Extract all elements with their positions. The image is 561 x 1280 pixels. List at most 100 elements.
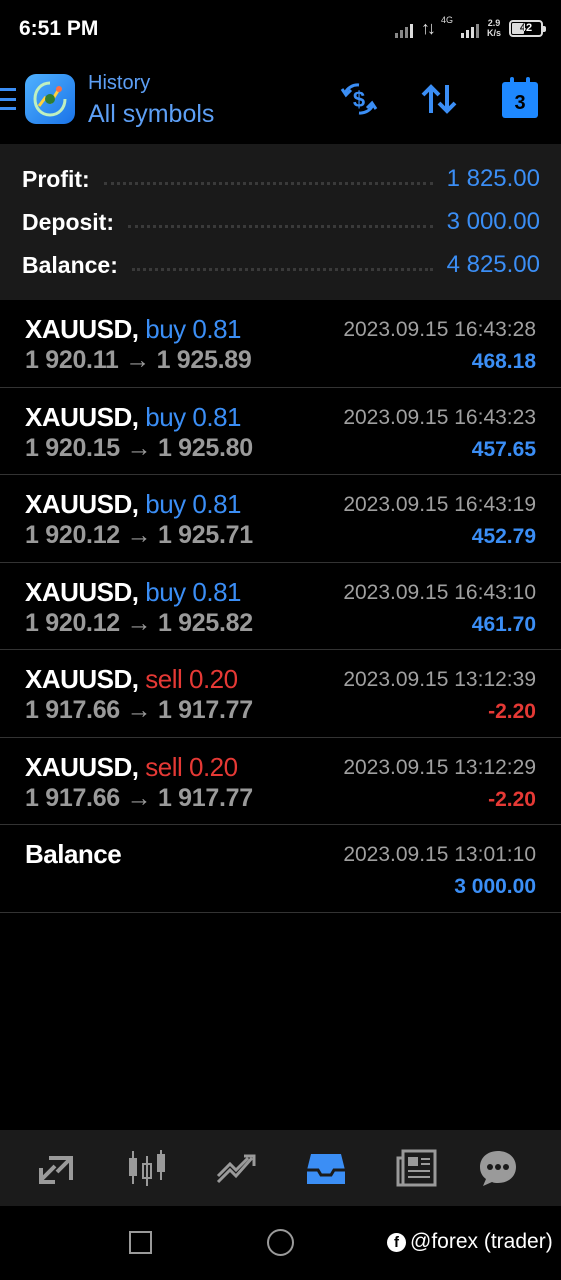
close-price: 1 917.77 — [157, 696, 253, 724]
calendar-icon[interactable]: 3 — [502, 77, 538, 118]
app-toolbar: History All symbols $ 3 — [0, 58, 561, 144]
chart-icon — [129, 1150, 165, 1186]
deal-row[interactable]: XAUUSD, sell 0.20 1 917.66 → 1 917.77 20… — [0, 650, 561, 738]
profit-row: Profit: 1 825.00 — [22, 159, 540, 199]
balance-row: Balance: 4 825.00 — [22, 245, 540, 285]
trade-icon — [216, 1154, 256, 1184]
deal-profit: 468.18 — [471, 350, 536, 373]
deal-volume: 0.81 — [192, 401, 242, 432]
deal-symbol: XAUUSD, — [25, 576, 139, 607]
status-bar: 6:51 PM ↑↓ 4G 2.9 K/s 42 — [0, 0, 561, 58]
deal-volume: 0.20 — [189, 751, 238, 782]
deposit-row: Deposit: 3 000.00 — [22, 202, 540, 242]
quotes-tab[interactable] — [35, 1146, 79, 1190]
deposit-label: Deposit: — [22, 208, 114, 235]
sort-button[interactable] — [418, 78, 460, 120]
deal-time: 2023.09.15 16:43:10 — [343, 580, 536, 604]
news-tab[interactable] — [394, 1146, 438, 1190]
balance-entry-time: 2023.09.15 13:01:10 — [343, 843, 536, 866]
deal-prices: 1 920.15 → 1 925.80 — [25, 434, 253, 463]
deal-side: buy — [145, 576, 186, 607]
open-price: 1 920.12 — [25, 608, 120, 637]
deal-time: 2023.09.15 16:43:23 — [343, 405, 536, 429]
divider-dots — [103, 181, 433, 185]
deal-prices: 1 920.12 → 1 925.82 — [25, 609, 253, 638]
bottom-navigation — [0, 1130, 561, 1206]
quotes-icon — [39, 1156, 73, 1184]
deal-profit: 452.79 — [471, 525, 536, 548]
open-price: 1 920.11 — [25, 346, 119, 374]
deal-time: 2023.09.15 13:12:39 — [343, 668, 536, 691]
close-price: 1 925.80 — [157, 433, 253, 462]
balance-value: 4 825.00 — [446, 251, 540, 278]
summary-panel: Profit: 1 825.00 Deposit: 3 000.00 Balan… — [0, 144, 561, 300]
deal-side: buy — [145, 489, 186, 519]
deal-volume: 0.81 — [192, 489, 242, 519]
deal-volume: 0.81 — [192, 576, 242, 607]
news-icon — [396, 1149, 437, 1187]
arrow-icon: → — [126, 783, 152, 812]
deal-title: XAUUSD, buy 0.81 — [25, 314, 242, 345]
deal-row[interactable]: XAUUSD, sell 0.20 1 917.66 → 1 917.77 20… — [0, 738, 561, 825]
deal-prices: 1 917.66 → 1 917.77 — [25, 784, 253, 813]
menu-icon[interactable] — [0, 88, 16, 110]
chat-tab[interactable] — [476, 1146, 520, 1190]
deal-volume: 0.20 — [189, 664, 238, 694]
arrow-icon: → — [126, 696, 152, 724]
deal-side: sell — [145, 751, 183, 782]
arrow-icon: → — [126, 433, 152, 462]
balance-entry-amount: 3 000.00 — [454, 875, 536, 898]
currency-exchange-button[interactable]: $ — [338, 78, 380, 120]
trade-tab[interactable] — [214, 1146, 258, 1190]
deal-side: buy — [145, 314, 186, 344]
chat-icon — [480, 1151, 516, 1186]
deal-profit: 461.70 — [471, 612, 536, 636]
deal-prices: 1 920.11 → 1 925.89 — [25, 346, 252, 375]
status-indicators: ↑↓ 4G 2.9 K/s 42 — [394, 14, 546, 42]
deal-time: 2023.09.15 16:43:28 — [343, 318, 536, 341]
signal-icon-2 — [460, 18, 479, 38]
deal-profit: -2.20 — [488, 700, 536, 723]
watermark: f @forex (trader) — [387, 1230, 553, 1254]
deal-row[interactable]: XAUUSD, buy 0.81 1 920.12 → 1 925.71 202… — [0, 475, 561, 563]
arrow-icon: → — [126, 521, 152, 549]
facebook-icon: f — [387, 1232, 406, 1252]
open-price: 1 920.15 — [25, 433, 120, 462]
arrow-icon: → — [125, 346, 150, 374]
network-type: 4G — [440, 15, 453, 25]
balance-label: Balance: — [22, 251, 118, 278]
status-time: 6:51 PM — [19, 17, 99, 40]
balance-entry-label: Balance — [25, 839, 122, 869]
history-tab[interactable] — [304, 1146, 348, 1190]
home-button[interactable] — [267, 1229, 294, 1256]
sort-icon — [421, 84, 457, 114]
deal-title: XAUUSD, buy 0.81 — [25, 489, 242, 520]
deal-row[interactable]: XAUUSD, buy 0.81 1 920.12 → 1 925.82 202… — [0, 563, 561, 650]
history-icon — [307, 1154, 345, 1184]
battery-level: 42 — [519, 22, 533, 34]
deal-row[interactable]: XAUUSD, buy 0.81 1 920.11 → 1 925.89 202… — [0, 300, 561, 388]
balance-deal-row[interactable]: Balance 2023.09.15 13:01:10 3 000.00 — [0, 825, 561, 913]
recents-button[interactable] — [129, 1231, 152, 1254]
close-price: 1 925.82 — [157, 608, 253, 637]
battery-icon: 42 — [509, 19, 546, 37]
deal-profit: -2.20 — [488, 787, 536, 811]
deal-prices: 1 920.12 → 1 925.71 — [25, 521, 253, 550]
close-price: 1 925.71 — [157, 521, 253, 549]
deal-title: XAUUSD, buy 0.81 — [25, 401, 242, 433]
network-speed: 2.9 K/s — [486, 18, 501, 38]
deal-symbol: XAUUSD, — [25, 489, 139, 519]
chart-tab[interactable] — [125, 1146, 169, 1190]
metatrader-logo — [25, 74, 75, 124]
profit-value: 1 825.00 — [446, 165, 540, 192]
deal-symbol: XAUUSD, — [25, 664, 139, 694]
close-price: 1 917.77 — [157, 783, 253, 812]
arrow-icon: → — [126, 608, 152, 637]
toolbar-title[interactable]: All symbols — [88, 100, 214, 129]
deal-row[interactable]: XAUUSD, buy 0.81 1 920.15 → 1 925.80 202… — [0, 388, 561, 475]
open-price: 1 917.66 — [25, 783, 120, 812]
divider-dots — [128, 224, 433, 228]
deal-side: sell — [145, 664, 183, 694]
deal-time: 2023.09.15 13:12:29 — [343, 755, 536, 779]
signal-icon — [394, 18, 413, 38]
